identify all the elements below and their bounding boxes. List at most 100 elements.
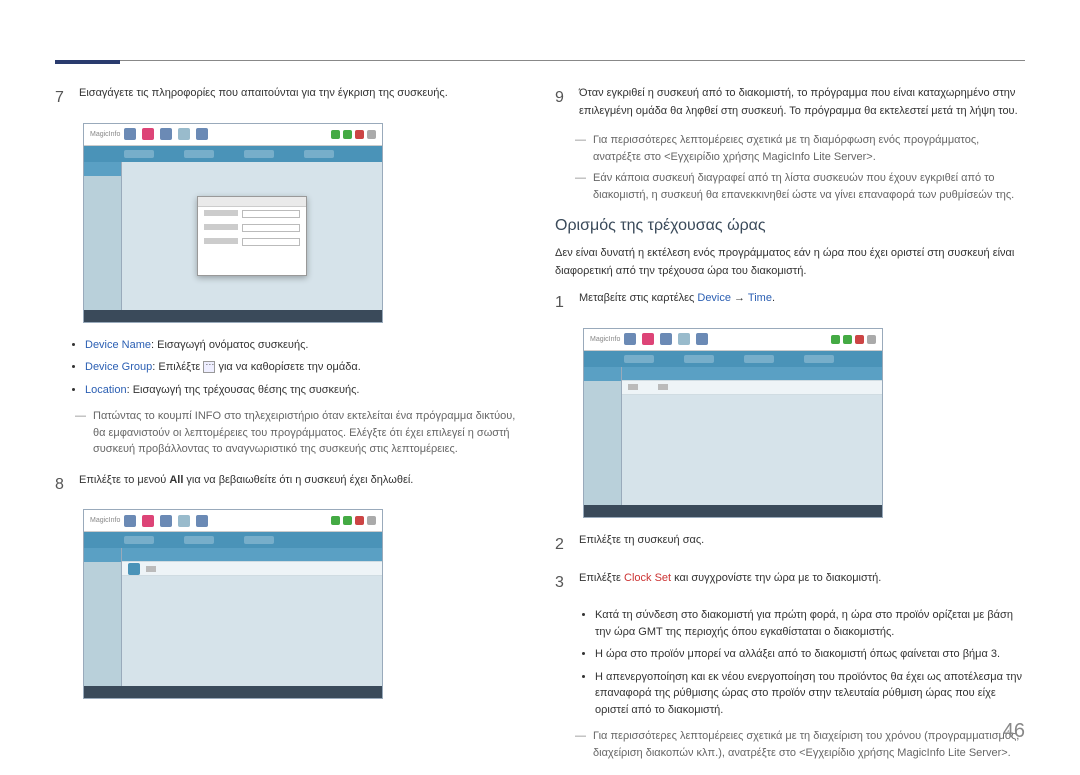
nav-icon — [624, 333, 636, 345]
nav-icon — [142, 128, 154, 140]
note-item: Για περισσότερες λεπτομέρειες σχετικά με… — [575, 132, 1025, 165]
step-2: 2 Επιλέξτε τη συσκευή σας. — [555, 532, 1025, 558]
step-text: Εισαγάγετε τις πληροφορίες που απαιτούντ… — [79, 85, 525, 111]
ss-main — [122, 162, 382, 310]
nav-icon — [160, 128, 172, 140]
left-column: 7 Εισαγάγετε τις πληροφορίες που απαιτού… — [55, 85, 525, 775]
ss-tabbar — [84, 532, 382, 548]
ss-footer — [584, 505, 882, 517]
ss-sidebar — [584, 367, 622, 505]
screenshot-time-tab: MagicInfo — [583, 328, 883, 518]
ss-dialog-row — [198, 235, 306, 249]
step-number: 3 — [555, 570, 569, 596]
step-number: 2 — [555, 532, 569, 558]
ss-tabbar — [84, 146, 382, 162]
field-text: : Εισαγωγή ονόματος συσκευής. — [151, 339, 308, 351]
ss-tab — [184, 536, 214, 544]
ss-dialog — [197, 196, 307, 276]
ss-topbar: MagicInfo — [84, 510, 382, 532]
field-text: : Επιλέξτε — [152, 361, 203, 373]
nav-icon — [678, 333, 690, 345]
ss-status-badges — [331, 516, 376, 525]
nav-icon — [696, 333, 708, 345]
nav-icon — [178, 128, 190, 140]
nav-icon — [160, 515, 172, 527]
ss-tab — [684, 355, 714, 363]
list-item: Device Name: Εισαγωγή ονόματος συσκευής. — [85, 337, 525, 354]
device-label: Device — [697, 292, 731, 304]
note-item: Πατώντας το κουμπί INFO στο τηλεχειριστή… — [75, 408, 525, 458]
step-1: 1 Μεταβείτε στις καρτέλες Device → Time. — [555, 290, 1025, 316]
ss-main — [622, 367, 882, 505]
note-list: Για περισσότερες λεπτομέρειες σχετικά με… — [575, 728, 1025, 761]
screenshot-device-list: MagicInfo — [83, 509, 383, 699]
text: Μεταβείτε στις καρτέλες — [579, 292, 697, 304]
nav-icon — [124, 128, 136, 140]
screenshot-approve-dialog: MagicInfo — [83, 123, 383, 323]
ss-tab — [184, 150, 214, 158]
ss-logo: MagicInfo — [590, 336, 620, 343]
ss-nav-icons — [124, 515, 208, 527]
clock-set-label: Clock Set — [624, 572, 671, 584]
ss-tab — [744, 355, 774, 363]
ss-dialog-row — [198, 221, 306, 235]
ss-tab — [244, 150, 274, 158]
text: για να βεβαιωθείτε ότι η συσκευή έχει δη… — [183, 474, 413, 486]
step-7: 7 Εισαγάγετε τις πληροφορίες που απαιτού… — [55, 85, 525, 111]
note-item: Εάν κάποια συσκευή διαγραφεί από τη λίστ… — [575, 170, 1025, 203]
nav-icon — [178, 515, 190, 527]
step-9: 9 Όταν εγκριθεί η συσκευή από το διακομι… — [555, 85, 1025, 120]
ss-topbar: MagicInfo — [584, 329, 882, 351]
ss-nav-icons — [624, 333, 708, 345]
nav-icon — [660, 333, 672, 345]
ss-dialog-head — [198, 197, 306, 207]
step-text: Επιλέξτε τη συσκευή σας. — [579, 532, 1025, 558]
field-label: Device Name — [85, 339, 151, 351]
header-rule — [55, 60, 1025, 61]
note-list: Για περισσότερες λεπτομέρειες σχετικά με… — [575, 132, 1025, 203]
section-intro: Δεν είναι δυνατή η εκτέλεση ενός προγράμ… — [555, 245, 1025, 280]
step-text: Επιλέξτε Clock Set και συγχρονίστε την ώ… — [579, 570, 1025, 596]
ss-topbar: MagicInfo — [84, 124, 382, 146]
step-number: 7 — [55, 85, 69, 111]
list-item: Device Group: Επιλέξτε για να καθορίσετε… — [85, 359, 525, 376]
ss-footer — [84, 686, 382, 698]
text: . — [772, 292, 775, 304]
page-number: 46 — [1003, 720, 1025, 743]
ss-main — [122, 548, 382, 686]
text: και συγχρονίστε την ώρα με το διακομιστή… — [671, 572, 881, 584]
time-label: Time — [748, 292, 772, 304]
right-column: 9 Όταν εγκριθεί η συσκευή από το διακομι… — [555, 85, 1025, 775]
ss-tab — [244, 536, 274, 544]
ss-nav-icons — [124, 128, 208, 140]
ss-tabbar — [584, 351, 882, 367]
ss-sidebar — [84, 548, 122, 686]
step-text: Μεταβείτε στις καρτέλες Device → Time. — [579, 290, 1025, 316]
browse-icon — [203, 361, 215, 373]
step-number: 9 — [555, 85, 569, 120]
step-number: 8 — [55, 472, 69, 498]
field-label: Device Group — [85, 361, 152, 373]
table-row — [122, 562, 382, 576]
ss-logo: MagicInfo — [90, 517, 120, 524]
list-item: Η ώρα στο προϊόν μπορεί να αλλάξει από τ… — [595, 646, 1025, 663]
step-number: 1 — [555, 290, 569, 316]
table-header — [122, 548, 382, 562]
ss-tab — [124, 150, 154, 158]
nav-icon — [196, 515, 208, 527]
ss-logo: MagicInfo — [90, 131, 120, 138]
list-item: Η απενεργοποίηση και εκ νέου ενεργοποίησ… — [595, 669, 1025, 719]
nav-icon — [124, 515, 136, 527]
table-header — [622, 367, 882, 381]
device-fields-list: Device Name: Εισαγωγή ονόματος συσκευής.… — [85, 337, 525, 399]
note-item: Για περισσότερες λεπτομέρειες σχετικά με… — [575, 728, 1025, 761]
ss-status-badges — [331, 130, 376, 139]
text: Επιλέξτε το μενού — [79, 474, 169, 486]
ss-dialog-row — [198, 207, 306, 221]
ss-tab — [124, 536, 154, 544]
note-list: Πατώντας το κουμπί INFO στο τηλεχειριστή… — [75, 408, 525, 458]
field-label: Location — [85, 384, 127, 396]
ss-status-badges — [831, 335, 876, 344]
ss-tab — [804, 355, 834, 363]
table-row — [622, 381, 882, 395]
